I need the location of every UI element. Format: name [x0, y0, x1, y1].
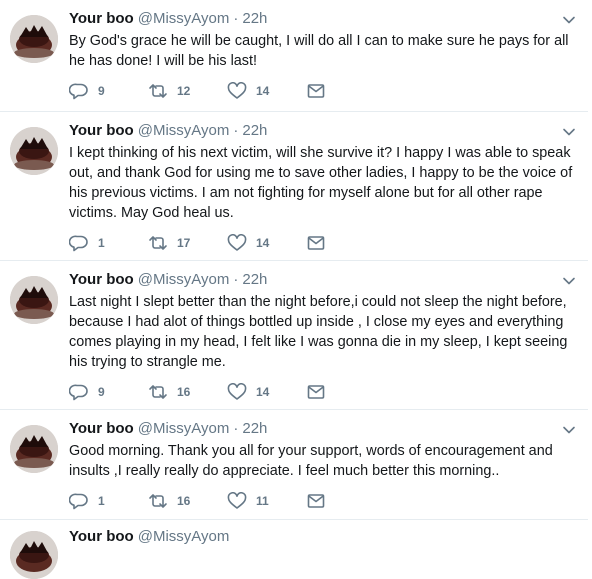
- reply-count: 1: [98, 494, 105, 508]
- envelope-icon: [307, 236, 325, 250]
- avatar[interactable]: [10, 15, 58, 63]
- reply-count: 9: [98, 385, 105, 399]
- tweet-header: Your boo @MissyAyom · 22h: [69, 420, 576, 440]
- user-handle[interactable]: @MissyAyom: [138, 420, 230, 437]
- reply-count: 1: [98, 236, 105, 250]
- reply-icon: [69, 493, 88, 510]
- reply-button[interactable]: 9: [69, 383, 148, 401]
- envelope-icon: [307, 494, 325, 508]
- envelope-icon: [307, 84, 325, 98]
- user-handle[interactable]: @MissyAyom: [138, 122, 230, 139]
- separator-dot: ·: [233, 122, 239, 139]
- retweet-button[interactable]: 12: [148, 82, 227, 100]
- avatar[interactable]: [10, 127, 58, 175]
- retweet-count: 16: [177, 385, 191, 399]
- display-name[interactable]: Your boo: [69, 271, 134, 288]
- timestamp[interactable]: 22h: [242, 10, 267, 27]
- tweet[interactable]: Your boo @MissyAyom: [0, 520, 588, 579]
- chevron-down-icon[interactable]: [562, 274, 576, 288]
- chevron-down-icon[interactable]: [562, 13, 576, 27]
- direct-message-button[interactable]: [306, 82, 385, 100]
- timestamp[interactable]: 22h: [242, 122, 267, 139]
- envelope-icon: [307, 385, 325, 399]
- direct-message-button[interactable]: [306, 492, 385, 510]
- user-handle[interactable]: @MissyAyom: [138, 10, 230, 27]
- tweet-header: Your boo @MissyAyom · 22h: [69, 10, 576, 30]
- tweet-text: Good morning. Thank you all for your sup…: [69, 443, 553, 479]
- chevron-down-icon[interactable]: [562, 423, 576, 437]
- tweet-feed: Your boo @MissyAyom · 22h By God's grace…: [0, 0, 588, 579]
- tweet-text: I kept thinking of his next victim, will…: [69, 145, 573, 221]
- chevron-down-icon[interactable]: [562, 125, 576, 139]
- separator-dot: ·: [233, 271, 239, 288]
- tweet-text: By God's grace he will be caught, I will…: [69, 33, 569, 69]
- tweet-text: Last night I slept better than the night…: [69, 294, 568, 370]
- like-button[interactable]: 14: [227, 234, 306, 252]
- tweet-actions: 9 16 14: [69, 382, 576, 410]
- reply-button[interactable]: 1: [69, 492, 148, 510]
- avatar-image: [10, 425, 58, 473]
- like-button[interactable]: 11: [227, 492, 306, 510]
- heart-icon: [227, 234, 247, 251]
- reply-count: 9: [98, 84, 105, 98]
- tweet[interactable]: Your boo @MissyAyom · 22h By God's grace…: [0, 0, 588, 112]
- like-button[interactable]: 14: [227, 82, 306, 100]
- avatar-image: [10, 531, 58, 579]
- separator-dot: ·: [233, 420, 239, 437]
- avatar[interactable]: [10, 531, 58, 579]
- heart-icon: [227, 492, 247, 509]
- reply-icon: [69, 83, 88, 100]
- user-handle[interactable]: @MissyAyom: [138, 528, 230, 545]
- retweet-count: 17: [177, 236, 191, 250]
- avatar[interactable]: [10, 425, 58, 473]
- retweet-button[interactable]: 16: [148, 492, 227, 510]
- tweet-header: Your boo @MissyAyom · 22h: [69, 271, 576, 291]
- like-button[interactable]: 14: [227, 383, 306, 401]
- display-name[interactable]: Your boo: [69, 10, 134, 27]
- heart-icon: [227, 82, 247, 99]
- display-name[interactable]: Your boo: [69, 420, 134, 437]
- avatar-image: [10, 127, 58, 175]
- tweet-actions: 1 16 11: [69, 491, 576, 519]
- timestamp[interactable]: 22h: [242, 271, 267, 288]
- tweet-actions: 1 17 14: [69, 233, 576, 261]
- avatar-image: [10, 15, 58, 63]
- retweet-icon: [149, 236, 167, 250]
- reply-button[interactable]: 9: [69, 82, 148, 100]
- reply-icon: [69, 384, 88, 401]
- retweet-button[interactable]: 16: [148, 383, 227, 401]
- retweet-count: 12: [177, 84, 191, 98]
- separator-dot: ·: [233, 10, 239, 27]
- like-count: 14: [256, 385, 270, 399]
- like-count: 14: [256, 236, 270, 250]
- avatar[interactable]: [10, 276, 58, 324]
- display-name[interactable]: Your boo: [69, 528, 134, 545]
- tweet[interactable]: Your boo @MissyAyom · 22h Last night I s…: [0, 261, 588, 410]
- tweet-header: Your boo @MissyAyom: [69, 528, 576, 548]
- user-handle[interactable]: @MissyAyom: [138, 271, 230, 288]
- timestamp[interactable]: 22h: [242, 420, 267, 437]
- tweet[interactable]: Your boo @MissyAyom · 22h I kept thinkin…: [0, 112, 588, 261]
- direct-message-button[interactable]: [306, 234, 385, 252]
- tweet[interactable]: Your boo @MissyAyom · 22h Good morning. …: [0, 410, 588, 520]
- display-name[interactable]: Your boo: [69, 122, 134, 139]
- tweet-header: Your boo @MissyAyom · 22h: [69, 122, 576, 142]
- like-count: 11: [256, 494, 269, 508]
- retweet-icon: [149, 84, 167, 98]
- retweet-icon: [149, 494, 167, 508]
- avatar-image: [10, 276, 58, 324]
- reply-icon: [69, 235, 88, 252]
- tweet-actions: 9 12 14: [69, 81, 576, 109]
- retweet-button[interactable]: 17: [148, 234, 227, 252]
- reply-button[interactable]: 1: [69, 234, 148, 252]
- retweet-count: 16: [177, 494, 191, 508]
- direct-message-button[interactable]: [306, 383, 385, 401]
- heart-icon: [227, 383, 247, 400]
- retweet-icon: [149, 385, 167, 399]
- like-count: 14: [256, 84, 270, 98]
